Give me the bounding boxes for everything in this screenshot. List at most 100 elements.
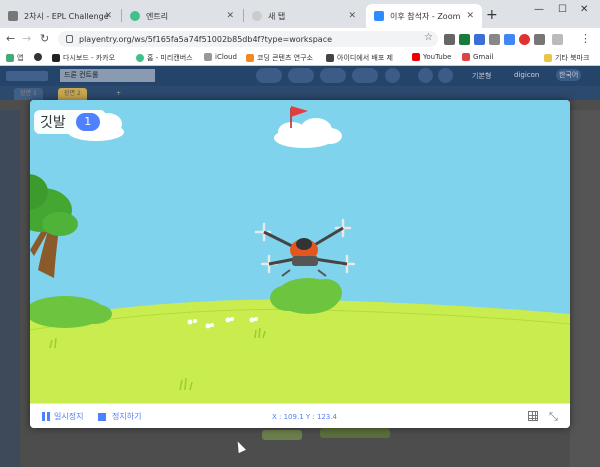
tab-label: 엔트리 — [146, 11, 169, 21]
back-icon[interactable]: ← — [6, 32, 15, 45]
bookmark-apps[interactable]: 앱 — [6, 53, 23, 63]
bookmark-icon — [246, 54, 254, 62]
apps-icon — [6, 54, 14, 62]
scene-tabs: 장면 1 장면 2 + — [0, 86, 600, 100]
browser-tab-active[interactable]: 이후 참석자 - Zoom ✕ — [366, 4, 482, 28]
mouse-coordinates: X : 109.1 Y : 123.4 — [272, 413, 337, 421]
file-button[interactable] — [288, 68, 314, 83]
bookmark-item[interactable]: 아이디에서 배포 제 — [326, 53, 393, 63]
mode-label[interactable]: 기본형 — [472, 71, 491, 81]
extension-icon[interactable] — [489, 34, 500, 45]
exit-fullscreen-icon[interactable]: ⤡ — [549, 410, 558, 424]
help-button[interactable] — [352, 68, 378, 83]
apple-icon — [204, 53, 212, 61]
stop-button[interactable]: 정지하기 — [98, 411, 141, 422]
bookmark-folder[interactable]: 기타 북마크 — [544, 53, 589, 63]
stop-label: 정지하기 — [112, 412, 142, 421]
undo-button[interactable] — [418, 68, 433, 83]
stage-scene — [30, 106, 570, 403]
pause-icon — [42, 412, 50, 421]
tab-label: 2차시 - EPL Challenge — [24, 11, 109, 21]
variable-name: 깃발 — [40, 115, 66, 131]
variable-value-badge: 1 — [75, 113, 100, 131]
close-icon[interactable]: ✕ — [104, 11, 112, 21]
extension-icon[interactable] — [474, 34, 485, 45]
forward-icon[interactable]: → — [22, 32, 31, 45]
fullscreen-stage-modal: 깃발 1 일시정지 정지하기 X : 109.1 Y : 123.4 ⤡ — [30, 100, 570, 428]
extension-icon[interactable] — [444, 34, 455, 45]
reload-icon[interactable]: ↻ — [40, 32, 49, 45]
tab-label: 새 탭 — [268, 11, 286, 21]
browser-tab[interactable]: 새 탭 ✕ — [244, 4, 364, 28]
bush — [30, 296, 112, 328]
lock-icon — [66, 35, 73, 43]
bookmark-gmail[interactable]: Gmail — [462, 53, 493, 61]
bookmark-item[interactable]: 홈 - 미리캔버스 — [136, 53, 193, 63]
maximize-icon[interactable]: ☐ — [558, 4, 567, 15]
address-bar-row: ← → ↻ playentry.org/ws/5f165fa5a74f51002… — [0, 28, 600, 50]
block-category-strip — [0, 110, 20, 467]
entry-header: 드론 컨트롤 기본형 digicon 한국어 — [0, 66, 600, 86]
browser-tab[interactable]: 엔트리 ✕ — [122, 4, 242, 28]
project-title-input[interactable]: 드론 컨트롤 — [60, 69, 155, 82]
minimize-icon[interactable]: — — [534, 4, 544, 15]
gmail-icon — [462, 53, 470, 61]
bookmark-icon — [52, 54, 60, 62]
bookmark-icon — [136, 54, 144, 62]
window-close-icon[interactable]: ✕ — [580, 4, 588, 15]
user-label[interactable]: digicon — [514, 71, 539, 79]
star-icon[interactable]: ☆ — [424, 32, 433, 43]
stop-icon — [98, 412, 106, 421]
profile-icon[interactable] — [552, 34, 563, 45]
bookmark-icon — [34, 53, 42, 61]
code-block — [320, 428, 390, 438]
extension-icon[interactable] — [459, 34, 470, 45]
print-button[interactable] — [385, 68, 400, 83]
new-tab-icon — [252, 11, 262, 21]
browser-tab-strip: 2차시 - EPL Challenge ✕ 엔트리 ✕ 새 탭 ✕ 이후 참석자… — [0, 0, 600, 28]
code-block — [262, 430, 302, 440]
stage-canvas[interactable]: 깃발 1 — [30, 100, 570, 403]
scene-tab[interactable]: 장면 1 — [14, 88, 43, 100]
save-button[interactable] — [320, 68, 346, 83]
stage-footer: 일시정지 정지하기 X : 109.1 Y : 123.4 ⤡ — [30, 403, 570, 428]
tab-label: 이후 참석자 - Zoom — [390, 11, 461, 21]
bookmarks-bar: 앱 다시보드 - 카카오 홈 - 미리캔버스 iCloud 코딩 콘텐츠 연구소… — [0, 50, 600, 66]
add-scene-button[interactable]: + — [110, 88, 127, 100]
variable-monitor[interactable]: 깃발 1 — [34, 110, 106, 134]
bookmark-icon — [326, 54, 334, 62]
scene-tab[interactable]: 장면 2 — [58, 88, 87, 100]
object-panel-strip — [570, 110, 600, 467]
entry-logo-icon — [130, 11, 140, 21]
close-icon[interactable]: ✕ — [348, 11, 356, 21]
bookmark-item[interactable] — [34, 53, 45, 61]
bookmark-youtube[interactable]: YouTube — [412, 53, 451, 61]
drone-sprite — [254, 218, 356, 277]
browser-tab[interactable]: 2차시 - EPL Challenge ✕ — [0, 4, 120, 28]
new-tab-button[interactable]: + — [486, 7, 498, 23]
tree — [30, 174, 78, 278]
gamepad-icon — [8, 11, 18, 21]
pause-button[interactable]: 일시정지 — [42, 411, 83, 422]
extension-icon[interactable] — [504, 34, 515, 45]
layout-button[interactable] — [256, 68, 282, 83]
folder-icon — [544, 54, 552, 62]
pause-label: 일시정지 — [54, 412, 84, 421]
cloud — [274, 118, 342, 148]
youtube-icon — [412, 53, 420, 61]
close-icon[interactable]: ✕ — [466, 11, 474, 21]
entry-logo — [6, 71, 48, 81]
extension-icon[interactable] — [519, 34, 530, 45]
url-text: playentry.org/ws/5f165fa5a74f51002b85db4… — [79, 34, 333, 44]
bookmark-item[interactable]: iCloud — [204, 53, 237, 61]
zoom-icon — [374, 11, 384, 21]
language-select[interactable]: 한국어 — [556, 69, 582, 81]
bookmark-item[interactable]: 다시보드 - 카카오 — [52, 53, 115, 63]
grid-toggle-icon[interactable] — [528, 411, 538, 421]
puzzle-icon[interactable] — [534, 34, 545, 45]
menu-icon[interactable]: ⋮ — [580, 32, 591, 45]
close-icon[interactable]: ✕ — [226, 11, 234, 21]
redo-button[interactable] — [438, 68, 453, 83]
url-field[interactable]: playentry.org/ws/5f165fa5a74f51002b85db4… — [58, 31, 438, 47]
bookmark-item[interactable]: 코딩 콘텐츠 연구소 — [246, 53, 313, 63]
